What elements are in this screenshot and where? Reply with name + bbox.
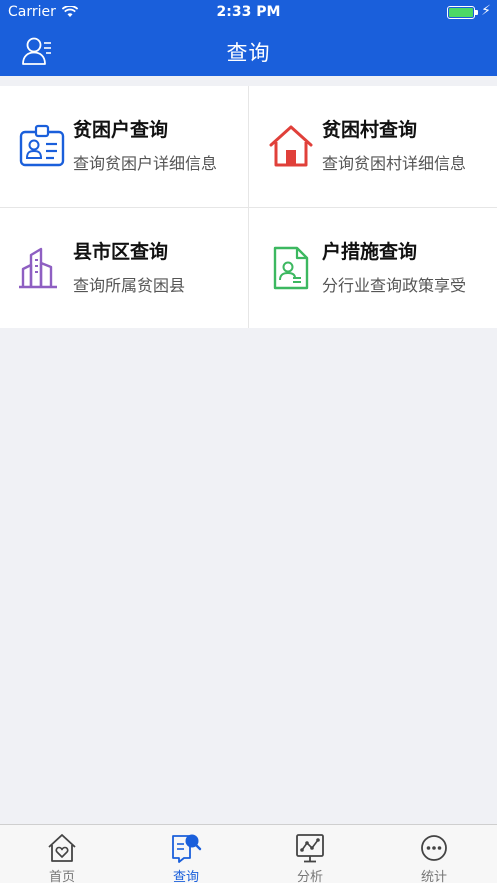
house-icon [269,125,313,167]
query-household-text: 贫困户查询 查询贫困户详细信息 [73,118,217,174]
query-village-title: 贫困村查询 [322,119,418,141]
query-grid: 贫困户查询 查询贫困户详细信息 贫困村查询 查询贫困村详细信息 县市区查询 查询… [0,86,497,328]
query-county-title: 县市区查询 [73,241,169,263]
charging-bolt-icon: ⚡ [481,3,491,19]
analysis-board-icon [296,834,324,863]
tab-bar: 首页 查询 分析 统计 [0,824,497,883]
status-time: 2:33 PM [216,4,281,20]
status-bar: Carrier 2:33 PM ⚡ [0,0,497,26]
query-village-text: 贫困村查询 查询贫困村详细信息 [322,118,466,174]
city-buildings-icon [19,247,57,289]
id-card-icon [19,124,65,167]
query-measures-title: 户措施查询 [322,241,418,263]
tab-stats-label: 统计 [420,870,447,883]
query-household-subtitle: 查询贫困户详细信息 [73,154,218,173]
query-measures-card[interactable]: 户措施查询 分行业查询政策享受 [249,208,497,328]
tab-analysis-label: 分析 [296,870,323,883]
query-measures-subtitle: 分行业查询政策享受 [322,276,467,295]
query-household-card[interactable]: 贫困户查询 查询贫困户详细信息 [0,86,248,206]
nav-bar: 查询 [0,26,497,76]
tab-home-label: 首页 [48,870,75,883]
query-village-subtitle: 查询贫困村详细信息 [322,154,467,173]
tab-analysis[interactable]: 分析 [248,825,372,883]
query-county-card[interactable]: 县市区查询 查询所属贫困县 [0,208,248,328]
document-person-icon [273,246,309,290]
battery-icon [447,6,475,19]
battery-tip [475,10,478,15]
grid-divider-horizontal [0,207,497,208]
query-village-card[interactable]: 贫困村查询 查询贫困村详细信息 [249,86,497,206]
tab-stats[interactable]: 统计 [372,825,496,883]
page-title: 查询 [226,41,271,65]
top-bar: Carrier 2:33 PM ⚡ 查询 [0,0,497,76]
tab-query-label: 查询 [172,870,199,883]
more-circle-icon [421,835,447,861]
query-county-text: 县市区查询 查询所属贫困县 [73,240,185,296]
query-measures-text: 户措施查询 分行业查询政策享受 [322,240,466,296]
search-doc-icon [172,834,202,863]
query-household-title: 贫困户查询 [73,119,169,141]
tab-home[interactable]: 首页 [0,825,124,883]
home-heart-icon [48,834,76,862]
query-county-subtitle: 查询所属贫困县 [73,276,186,295]
tab-query[interactable]: 查询 [124,825,248,883]
